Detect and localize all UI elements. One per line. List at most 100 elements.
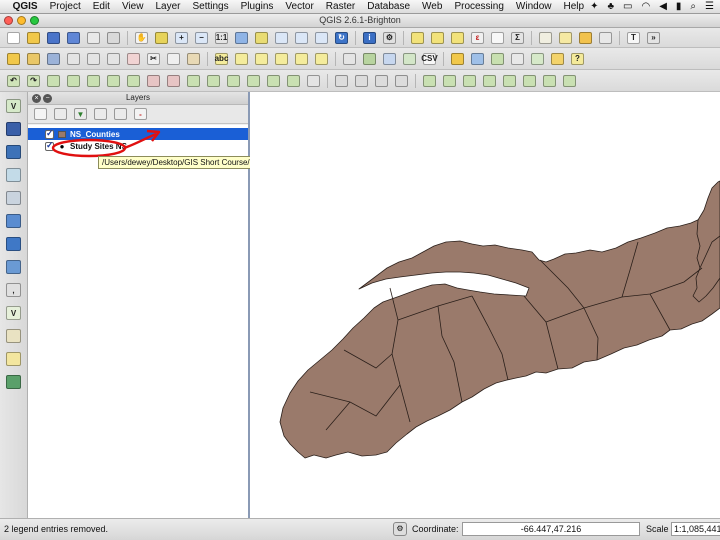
label-tool-button[interactable]: abc [213,51,230,67]
zoom-full-button[interactable] [233,30,250,46]
display-icon[interactable]: ▭ [623,1,632,12]
capture-polygon-button[interactable] [461,73,478,89]
merge-attributes-button[interactable] [285,73,302,89]
map-tips-button[interactable] [557,30,574,46]
menu-help[interactable]: Help [557,1,590,12]
add-feature-button[interactable] [65,51,82,67]
add-delimited-text-side-button[interactable]: , [4,281,24,299]
offset-curve-button[interactable] [205,73,222,89]
select-features-button[interactable] [409,30,426,46]
pan-map-button[interactable]: ✋ [133,30,150,46]
vertex-tool-button[interactable] [521,73,538,89]
add-part-button[interactable] [105,73,122,89]
zoom-next-button[interactable] [313,30,330,46]
new-project-button[interactable] [5,30,22,46]
delete-part-button[interactable] [165,73,182,89]
add-vector-layer-side-button[interactable]: V [4,97,24,115]
new-spatialite-side-button[interactable] [4,327,24,345]
wifi-icon[interactable]: ◠ [641,1,650,12]
layer-row-ns-counties[interactable]: NS_Counties [28,128,248,140]
statistical-summary-button[interactable]: Σ [509,30,526,46]
remove-layer-button[interactable]: - [132,106,149,122]
add-spatialite-side-button[interactable] [4,166,24,184]
paste-features-button[interactable] [185,51,202,67]
fill-ring-button[interactable] [125,73,142,89]
save-project-button[interactable] [45,30,62,46]
field-calculator-button[interactable]: ε [469,30,486,46]
add-raster-layer-side-button[interactable] [4,120,24,138]
text-annotation-button[interactable]: T [625,30,642,46]
add-wcs-layer-button[interactable] [469,51,486,67]
add-wfs-layer-button[interactable] [489,51,506,67]
menu-raster[interactable]: Raster [320,1,361,12]
add-spatialite-layer-button[interactable] [401,51,418,67]
render-toggle-icon[interactable]: ⚙ [393,522,407,536]
add-oracle-layer-button[interactable] [4,373,24,391]
move-feature-button[interactable] [85,51,102,67]
add-wms-layer-button[interactable] [449,51,466,67]
composer-manager-button[interactable] [105,30,122,46]
menu-window[interactable]: Window [510,1,558,12]
menu-edit[interactable]: Edit [87,1,116,12]
add-wfs-side-button[interactable] [4,258,24,276]
merge-features-button[interactable] [265,73,282,89]
layer-row-study-sites[interactable]: ● Study Sites NS [28,140,248,152]
add-vector-layer-button[interactable] [341,51,358,67]
node-tool-button[interactable] [105,51,122,67]
split-parts-button[interactable] [245,73,262,89]
search-icon[interactable]: ⌕ [690,1,696,12]
add-wms-side-button[interactable] [4,212,24,230]
add-postgis-layer-button[interactable] [381,51,398,67]
save-as-button[interactable] [65,30,82,46]
list-icon[interactable]: ☰ [705,1,714,12]
measure-angle-button[interactable] [373,73,390,89]
menu-database[interactable]: Database [361,1,416,12]
expand-tree-button[interactable] [92,106,109,122]
snapping-button[interactable] [481,73,498,89]
layer-visibility-checkbox[interactable] [45,128,54,139]
menu-plugins[interactable]: Plugins [235,1,280,12]
refresh-button[interactable]: ↻ [333,30,350,46]
measure-button[interactable] [537,30,554,46]
add-postgis-side-button[interactable] [4,143,24,161]
coordinate-field[interactable]: -66.447,47.216 [462,522,640,536]
menu-web[interactable]: Web [416,1,448,12]
zoom-last-button[interactable] [293,30,310,46]
add-mssql-side-button[interactable] [4,189,24,207]
measure-area-button[interactable] [353,73,370,89]
python-console-button[interactable] [549,51,566,67]
zoom-to-selection-button[interactable] [253,30,270,46]
identify-button[interactable]: i [361,30,378,46]
pan-to-selection-button[interactable] [153,30,170,46]
menu-view[interactable]: View [116,1,150,12]
zoom-to-layer-button[interactable] [273,30,290,46]
new-shapefile-button[interactable] [509,51,526,67]
current-edits-button[interactable] [5,51,22,67]
delete-ring-button[interactable] [145,73,162,89]
add-csv-layer-button[interactable]: CSV [421,51,438,67]
menu-settings[interactable]: Settings [186,1,234,12]
rotate-point-symbols-button[interactable] [305,73,322,89]
change-label-button[interactable] [313,51,330,67]
add-ring-button[interactable] [85,73,102,89]
toggle-editing-button[interactable] [25,51,42,67]
zoom-in-button[interactable]: + [173,30,190,46]
rotate-label-button[interactable] [293,51,310,67]
cut-features-button[interactable]: ✂ [145,51,162,67]
filter-legend-button[interactable]: ▼ [72,106,89,122]
delete-selected-button[interactable] [125,51,142,67]
zoom-native-button[interactable]: 1:1 [213,30,230,46]
open-attribute-table-button[interactable] [489,30,506,46]
new-print-composer-button[interactable] [85,30,102,46]
topology-button[interactable] [501,73,518,89]
scale-field[interactable]: 1:1,085,441 [671,522,720,536]
capture-line-button[interactable] [441,73,458,89]
measure-line-button[interactable] [333,73,350,89]
add-raster-layer-button[interactable] [361,51,378,67]
new-bookmark-button[interactable] [577,30,594,46]
menu-processing[interactable]: Processing [448,1,509,12]
help-button[interactable]: ? [569,51,586,67]
show-hide-labels-button[interactable] [253,51,270,67]
toolbar-overflow-button[interactable]: » [645,30,662,46]
deselect-all-button[interactable] [449,30,466,46]
